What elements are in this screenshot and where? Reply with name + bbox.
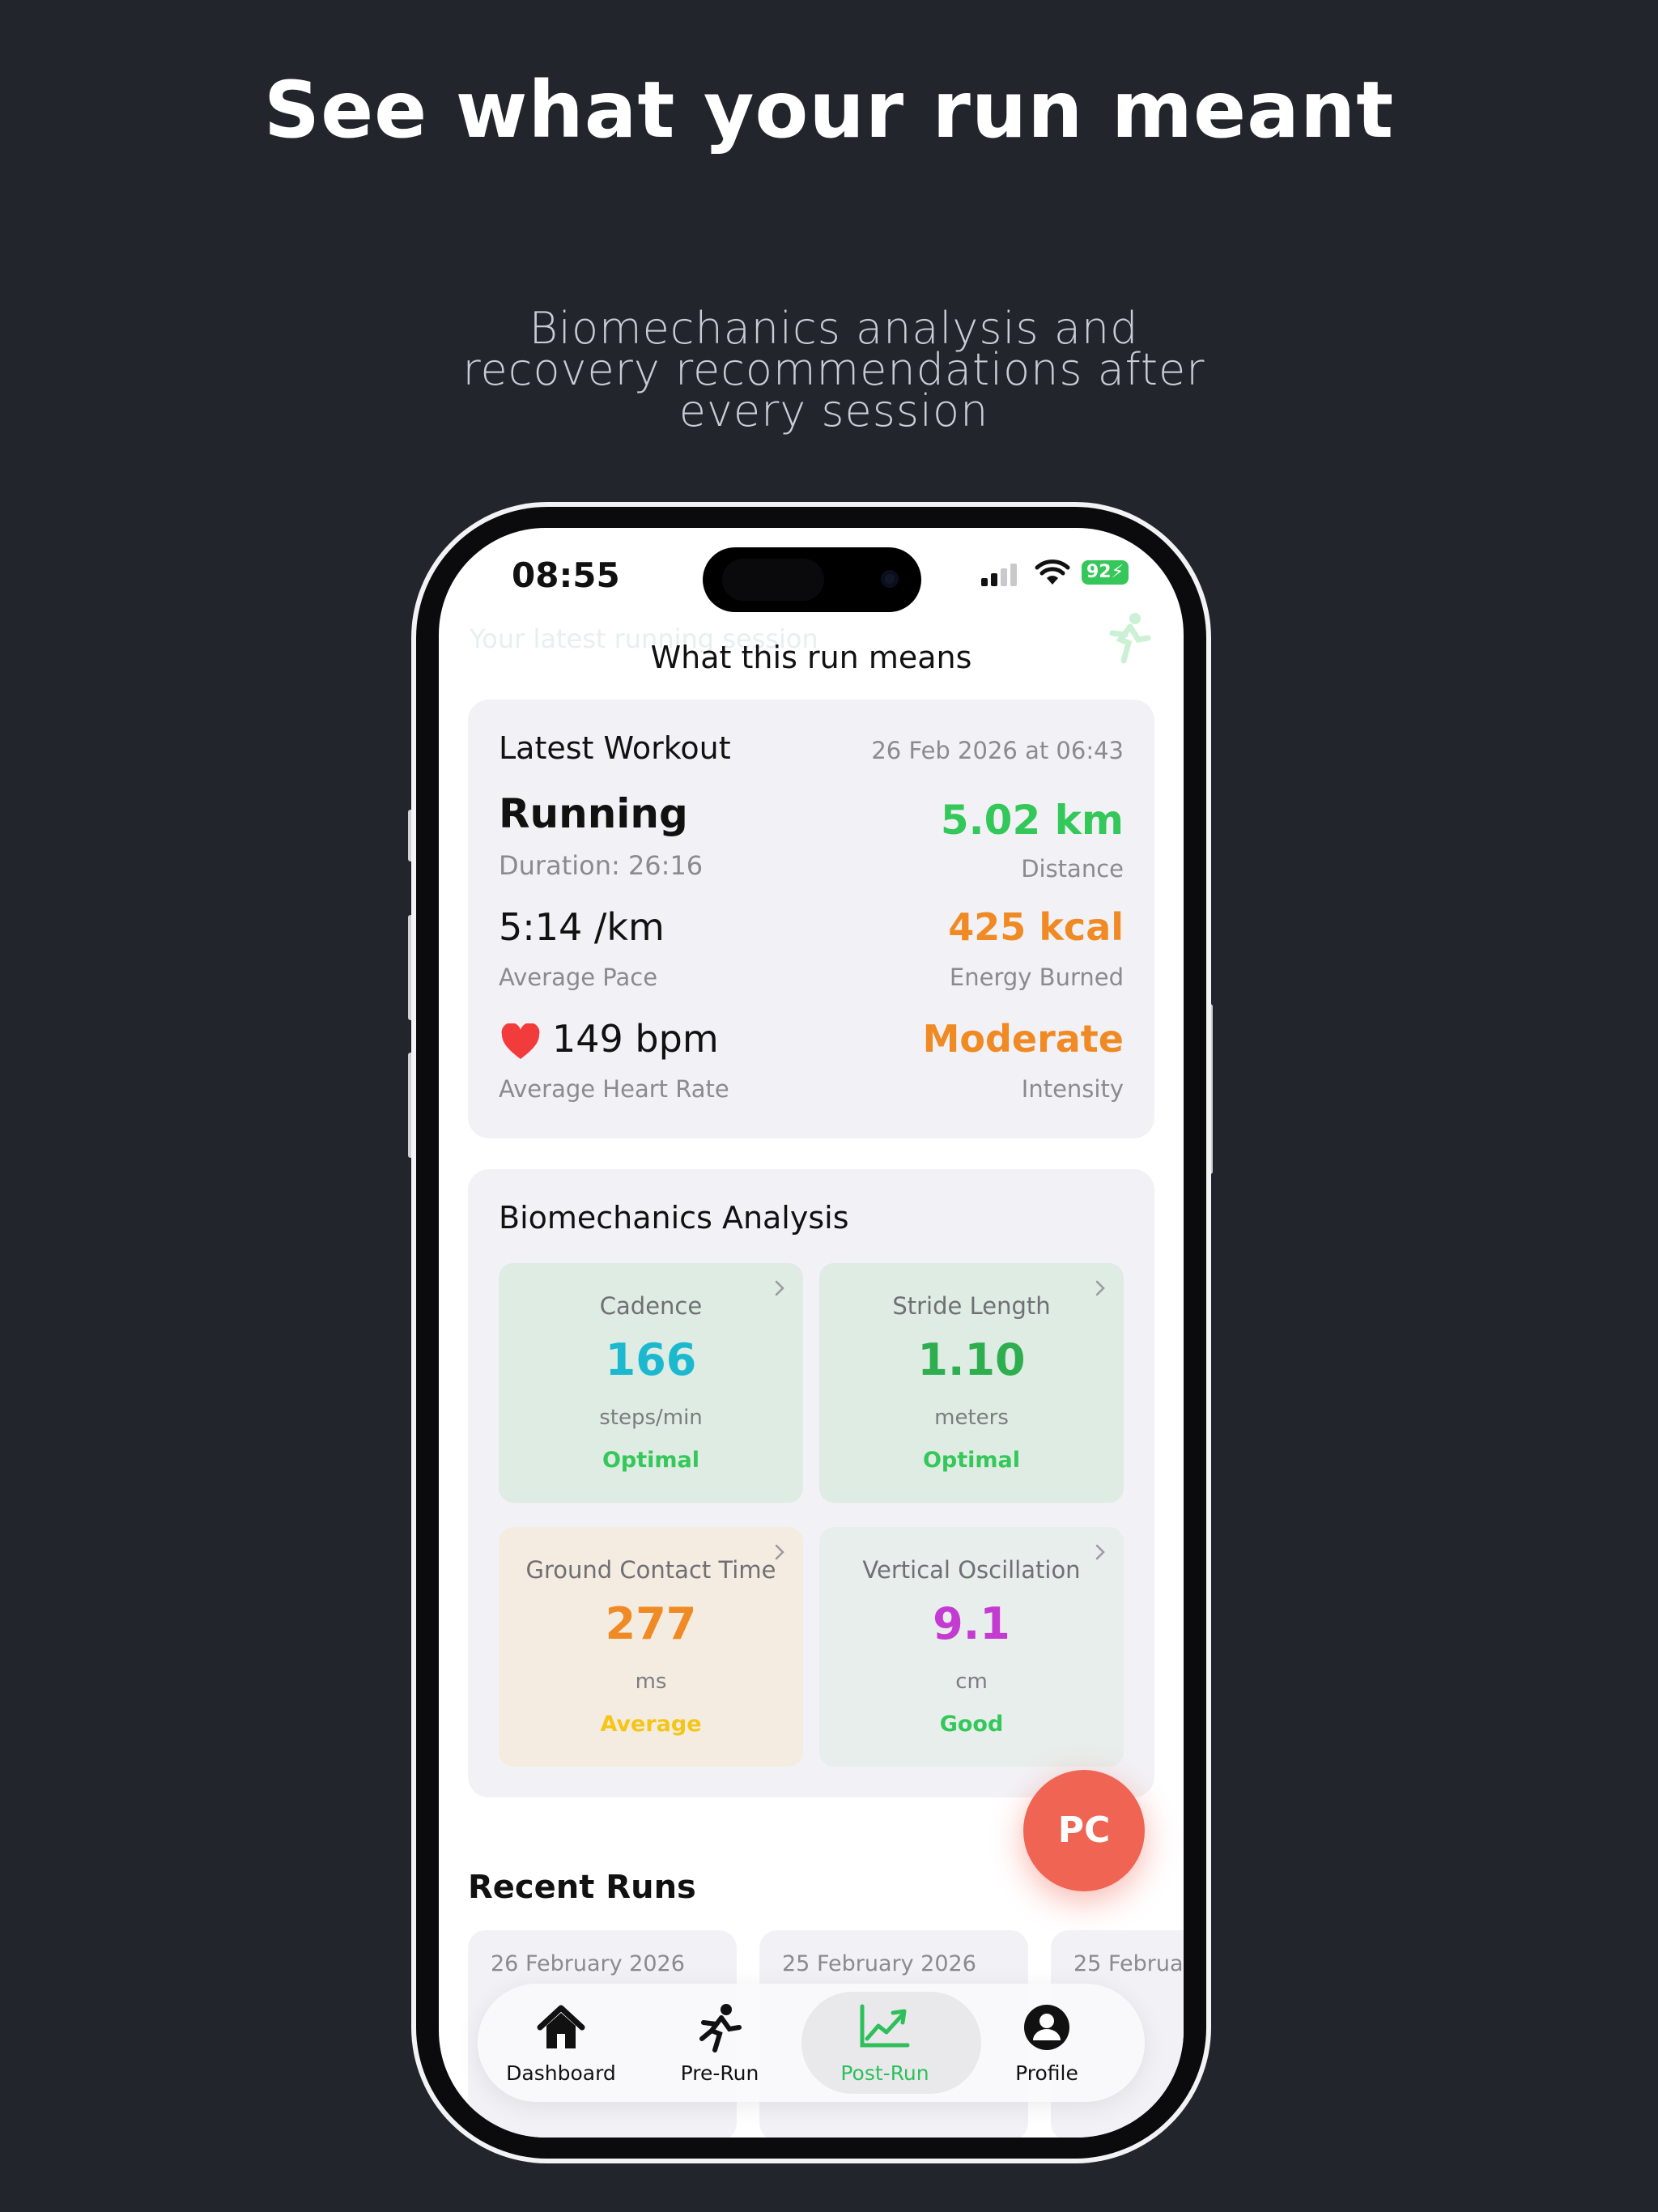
island-sensor <box>722 559 824 601</box>
chevron-right-icon <box>1095 1280 1105 1296</box>
distance-value: 5.02 km <box>940 797 1124 844</box>
battery-icon: 92⚡ <box>1082 560 1129 585</box>
recent-run-date: 26 February 2026 <box>491 1951 685 1976</box>
dynamic-island <box>703 547 921 612</box>
tab-pre-run[interactable]: Pre-Run <box>636 1984 803 2102</box>
pace-value: 5:14 /km <box>499 905 665 949</box>
tile-title: Cadence <box>599 1292 703 1320</box>
tile-title: Ground Contact Time <box>525 1556 776 1584</box>
biomechanics-title: Biomechanics Analysis <box>499 1200 849 1236</box>
page: See what your run meant Biomechanics ana… <box>0 0 1658 2212</box>
tile-vertical-oscillation[interactable]: Vertical Oscillation 9.1 cm Good <box>819 1527 1124 1767</box>
energy-value: 425 kcal <box>948 905 1124 949</box>
tab-bar: Dashboard Pre-Run Post-Run Profile <box>478 1984 1145 2102</box>
tile-title: Stride Length <box>892 1292 1051 1320</box>
chart-trend-icon <box>860 2004 910 2048</box>
tile-status: Optimal <box>922 1448 1021 1473</box>
page-title: What this run means <box>650 640 972 675</box>
signal-icon <box>981 564 1017 586</box>
wifi-icon <box>1035 559 1070 585</box>
tile-status: Average <box>600 1712 702 1737</box>
status-time: 08:55 <box>512 555 620 595</box>
tab-post-run[interactable]: Post-Run <box>801 1984 981 2102</box>
recent-run-date: 25 February 2026 <box>782 1951 976 1976</box>
tile-unit: ms <box>635 1670 667 1694</box>
tab-profile-label: Profile <box>1015 2061 1078 2085</box>
tile-value: 9.1 <box>933 1598 1010 1649</box>
tile-status: Good <box>939 1712 1004 1737</box>
biomechanics-card: Biomechanics Analysis Cadence 166 steps/mi… <box>468 1169 1154 1797</box>
subline: Biomechanics analysis and recovery recom… <box>462 303 1205 436</box>
recent-run-date: 25 Februar <box>1073 1951 1184 1976</box>
headline: See what your run meant <box>263 65 1395 155</box>
tile-value: 1.10 <box>917 1334 1026 1385</box>
tile-unit: steps/min <box>599 1406 703 1430</box>
tab-pre-run-label: Pre-Run <box>680 2061 759 2085</box>
heart-icon <box>501 1023 540 1059</box>
latest-workout-card[interactable]: Latest Workout 26 Feb 2026 at 06:43 Runn… <box>468 700 1154 1138</box>
tile-title: Vertical Oscillation <box>862 1556 1081 1584</box>
person-icon <box>1024 2005 1069 2050</box>
tab-post-run-label: Post-Run <box>840 2061 929 2085</box>
runner-icon <box>699 2004 742 2052</box>
status-bar: 08:55 92⚡ <box>439 528 1184 625</box>
chevron-right-icon <box>1095 1544 1105 1560</box>
tile-unit: cm <box>955 1670 988 1694</box>
phone-frame: 08:55 92⚡ Your latest running session Wh… <box>411 502 1211 2163</box>
tab-dashboard[interactable]: Dashboard <box>478 1984 644 2102</box>
intensity-label: Intensity <box>1021 1075 1124 1103</box>
tile-value: 277 <box>605 1598 697 1649</box>
workout-duration: Duration: 26:16 <box>499 850 704 881</box>
tab-dashboard-label: Dashboard <box>506 2061 616 2085</box>
workout-header: Latest Workout <box>499 730 731 766</box>
intensity-value: Moderate <box>922 1017 1124 1061</box>
tile-ground-contact-time[interactable]: Ground Contact Time 277 ms Average <box>499 1527 803 1767</box>
tile-value: 166 <box>605 1334 697 1385</box>
distance-label: Distance <box>1021 855 1124 883</box>
chevron-right-icon <box>775 1544 784 1560</box>
tile-stride-length[interactable]: Stride Length 1.10 meters Optimal <box>819 1263 1124 1503</box>
workout-date: 26 Feb 2026 at 06:43 <box>871 737 1124 764</box>
battery-bolt-icon: ⚡ <box>1111 562 1124 582</box>
house-icon <box>537 2005 585 2048</box>
chevron-right-icon <box>775 1280 784 1296</box>
battery-level: 92 <box>1086 562 1112 582</box>
recent-runs-title: Recent Runs <box>468 1869 696 1906</box>
tile-unit: meters <box>934 1406 1009 1430</box>
workout-type: Running <box>499 790 688 837</box>
pace-label: Average Pace <box>499 963 658 991</box>
camera-icon <box>881 570 899 588</box>
tab-profile[interactable]: Profile <box>963 1984 1130 2102</box>
tile-status: Optimal <box>602 1448 700 1473</box>
heart-rate-value: 149 bpm <box>552 1017 719 1061</box>
energy-label: Energy Burned <box>949 963 1124 991</box>
phone-screen: 08:55 92⚡ Your latest running session Wh… <box>439 528 1184 2138</box>
profile-initials-button[interactable]: PC <box>1023 1770 1145 1891</box>
heart-rate-label: Average Heart Rate <box>499 1075 729 1103</box>
tile-cadence[interactable]: Cadence 166 steps/min Optimal <box>499 1263 803 1503</box>
